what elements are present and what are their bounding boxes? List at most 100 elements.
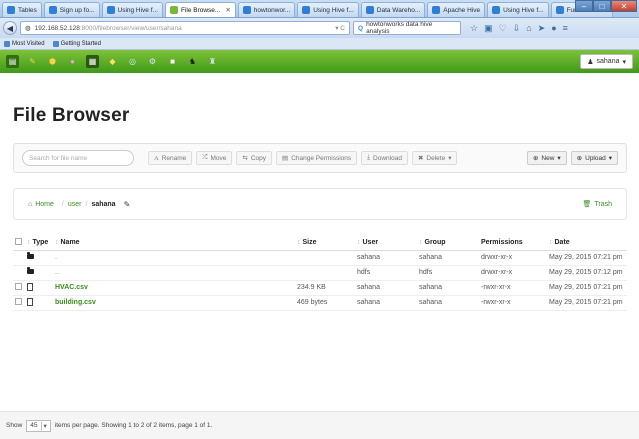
browser-tab[interactable]: Using Hive f...	[101, 2, 163, 17]
table-row[interactable]: HVAC.csv 234.9 KB sahana sahana -rwxr-xr…	[13, 280, 627, 296]
table-row[interactable]: .. hdfs hdfs drwxr-xr-x May 29, 2015 07:…	[13, 265, 627, 281]
file-search-input[interactable]: Search for file name	[22, 150, 134, 166]
tab-favicon-icon	[432, 6, 441, 14]
clipboard-icon[interactable]: ▣	[484, 23, 493, 34]
column-header-type[interactable]: ↕ Type	[25, 236, 53, 251]
browser-toolbar-icons: ☆ ▣ ♡ ⇩ ⌂ ➤ ● ≡	[470, 23, 568, 34]
column-header-group[interactable]: ↕ Group	[417, 236, 479, 251]
permissions-cell: -rwxr-xr-x	[479, 280, 547, 296]
table-row[interactable]: . sahana sahana drwxr-xr-x May 29, 2015 …	[13, 250, 627, 266]
pocket-icon[interactable]: ♡	[499, 23, 507, 34]
globe-icon: ◍	[25, 25, 31, 32]
browser-tab[interactable]: Tables	[2, 2, 42, 17]
copy-button[interactable]: ⇆ Copy	[236, 151, 273, 165]
query-editor-icon[interactable]: ✎	[26, 55, 39, 68]
column-header-size[interactable]: ↕ Size	[295, 236, 355, 251]
column-header-user[interactable]: ↕ User	[355, 236, 417, 251]
row-select-cell	[13, 250, 25, 266]
file-actions-toolbar: Search for file name A Rename ⤮ Move ⇆ Copy…	[13, 143, 627, 173]
user-cell: sahana	[355, 280, 417, 296]
table-row[interactable]: building.csv 469 bytes sahana sahana -rw…	[13, 295, 627, 311]
change-permissions-button[interactable]: ▤ Change Permissions	[276, 151, 358, 165]
row-select-cell	[13, 280, 25, 296]
row-checkbox[interactable]	[15, 283, 22, 290]
zookeeper-icon[interactable]: ♜	[206, 55, 219, 68]
size-cell	[295, 265, 355, 281]
breadcrumb-user[interactable]: user	[68, 201, 82, 208]
sqoop-icon[interactable]: ♞	[186, 55, 199, 68]
browser-tab-active[interactable]: File Browse... ✕	[164, 2, 236, 17]
maximize-button[interactable]: □	[593, 0, 611, 12]
show-label: Show	[6, 422, 23, 429]
hbase-icon[interactable]: ■	[166, 55, 179, 68]
close-tab-icon[interactable]: ✕	[225, 6, 230, 14]
browser-tab[interactable]: Data Wareho...	[360, 2, 426, 17]
beeswax-icon[interactable]: ⬢	[46, 55, 59, 68]
job-browser-icon[interactable]: ◆	[106, 55, 119, 68]
bookmark-page-icon	[52, 40, 59, 47]
name-cell[interactable]: HVAC.csv	[53, 280, 295, 296]
send-icon[interactable]: ➤	[538, 23, 546, 34]
breadcrumb-home[interactable]: ⌂ Home	[28, 201, 54, 208]
sync-icon[interactable]: ●	[551, 23, 556, 34]
name-cell[interactable]: ..	[53, 265, 295, 281]
tab-favicon-icon	[365, 6, 374, 14]
bookmark-getting-started[interactable]: Getting Started	[52, 40, 101, 47]
group-cell: hdfs	[417, 265, 479, 281]
column-header-name[interactable]: ↕ Name	[53, 236, 295, 251]
address-bar[interactable]: ◍ 192.168.52.128:8000/filebrowser/view/u…	[20, 21, 350, 35]
per-page-select[interactable]: 45 ▾	[26, 419, 51, 432]
reload-icon[interactable]: ▾ C	[335, 24, 345, 32]
caret-down-icon: ▾	[448, 155, 452, 162]
home-icon[interactable]: ⌂	[526, 23, 531, 34]
move-icon: ⤮	[202, 154, 208, 161]
move-button[interactable]: ⤮ Move	[196, 151, 233, 165]
tab-favicon-icon	[48, 6, 57, 14]
pig-icon[interactable]: ●	[66, 55, 79, 68]
oozie-icon[interactable]: ⚙	[146, 55, 159, 68]
size-cell: 469 bytes	[295, 295, 355, 311]
browser-tab[interactable]: Using Hive f...	[487, 2, 549, 17]
browser-nav-bar: ◀ ◍ 192.168.52.128:8000/filebrowser/view…	[0, 18, 639, 38]
rename-icon: A	[154, 154, 159, 162]
menu-icon[interactable]: ≡	[563, 23, 568, 34]
hue-logo-icon[interactable]: ▤	[6, 55, 19, 68]
name-cell[interactable]: building.csv	[53, 295, 295, 311]
user-menu-button[interactable]: ♟ sahana ▾	[580, 54, 633, 69]
minimize-button[interactable]: –	[575, 0, 593, 12]
browser-tab[interactable]: Apache Hive	[427, 2, 486, 17]
metastore-icon[interactable]: ◎	[126, 55, 139, 68]
back-button[interactable]: ◀	[3, 21, 17, 35]
type-cell	[25, 250, 53, 266]
new-button[interactable]: ⊕ New ▾	[526, 151, 567, 165]
size-cell	[295, 250, 355, 266]
download-button[interactable]: ⤓ Download	[361, 151, 408, 165]
file-browser-icon[interactable]: ▦	[86, 55, 99, 68]
browser-tab[interactable]: howtonwor...	[237, 2, 296, 17]
close-window-button[interactable]: ✕	[611, 0, 637, 12]
rename-button[interactable]: A Rename	[148, 151, 193, 165]
name-cell[interactable]: .	[53, 250, 295, 266]
permissions-cell: drwxr-xr-x	[479, 250, 547, 266]
delete-button[interactable]: ✖ Delete ▾	[411, 151, 458, 165]
edit-path-pencil-icon[interactable]: ✎	[124, 200, 131, 209]
page-title: File Browser	[13, 105, 130, 126]
select-all-checkbox[interactable]	[15, 238, 22, 246]
download-arrow-icon[interactable]: ⇩	[513, 23, 521, 34]
bookmark-star-icon[interactable]: ☆	[470, 23, 478, 34]
tab-favicon-icon	[242, 6, 251, 14]
chevron-down-icon: ▾	[40, 421, 47, 430]
column-header-date[interactable]: ↕ Date	[547, 236, 627, 251]
bookmark-most-visited[interactable]: Most Visited	[4, 40, 45, 47]
column-header-permissions[interactable]: Permissions	[479, 236, 547, 251]
browser-search-field[interactable]: Q howtonworks data hive analysis	[353, 21, 461, 35]
trash-link[interactable]: 🗑 Trash	[582, 200, 612, 209]
browser-tab[interactable]: Sign up fo...	[43, 2, 100, 17]
upload-button[interactable]: ⊕ Upload ▾	[570, 151, 618, 165]
row-checkbox[interactable]	[15, 298, 22, 305]
user-cell: sahana	[355, 295, 417, 311]
date-cell: May 29, 2015 07:21 pm	[547, 250, 627, 266]
sort-icon: ↕	[27, 239, 31, 247]
table-header-row: ↕ Type ↕ Name ↕ Size ↕ User ↕ Group Permissio…	[13, 236, 627, 251]
browser-tab[interactable]: Using Hive f...	[297, 2, 359, 17]
